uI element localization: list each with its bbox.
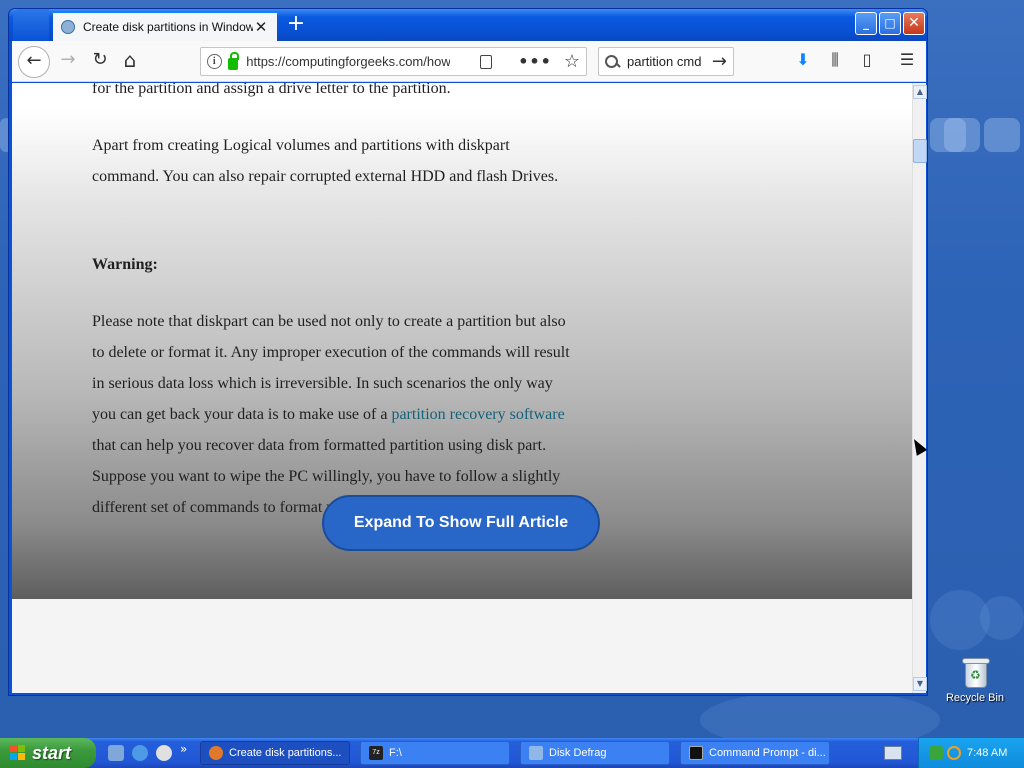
scroll-down-icon[interactable]: ▼ [913,677,927,691]
title-bar-blank [13,9,49,41]
clock: 7:48 AM [967,747,1008,759]
scroll-up-icon[interactable]: ▲ [913,85,927,99]
article-paragraph: Please note that diskpart can be used no… [92,306,572,523]
download-icon[interactable]: ⬇ [792,50,814,69]
site-favicon-icon [61,20,75,34]
start-button[interactable]: start [0,738,96,768]
search-icon [605,54,619,69]
article-clipped-line: for the partition and assign a drive let… [92,83,451,97]
reload-button[interactable]: ↻ [88,49,112,70]
title-bar[interactable]: Create disk partitions in Windows ✕ + _ … [9,9,927,41]
home-button[interactable]: ⌂ [118,48,142,72]
article-paragraph: Apart from creating Logical volumes and … [92,137,559,185]
windows-flag-icon [10,745,26,761]
desktop-ghost-shape [700,690,940,738]
warning-heading: Warning: [92,256,158,273]
close-window-button[interactable]: ✕ [903,12,925,35]
command-prompt-icon [689,746,703,760]
article-body: for the partition and assign a drive let… [12,83,912,599]
taskbar-item-label: Create disk partitions... [229,747,342,759]
taskbar-item-label: Command Prompt - di... [709,747,826,759]
network-icon[interactable] [929,746,943,760]
new-tab-button[interactable]: + [285,13,307,36]
expand-article-button[interactable]: Expand To Show Full Article [322,495,600,551]
sidebar-icon[interactable]: ▯ [856,50,878,69]
defrag-icon [529,746,543,760]
recycle-bin-icon: ♻ [961,656,990,688]
tab-close-icon[interactable]: ✕ [253,18,269,36]
back-button[interactable]: ← [18,46,50,78]
keyboard-icon[interactable] [884,746,902,760]
url-text[interactable]: https://computingforgeeks.com/how [246,54,449,69]
lock-icon [227,51,239,70]
desktop-ghost-tile [984,118,1020,152]
vertical-scrollbar[interactable]: ▲ ▼ [912,83,927,693]
tab-active[interactable]: Create disk partitions in Windows ✕ [53,11,277,41]
recycle-bin-shortcut[interactable]: ♻ Recycle Bin [944,656,1006,704]
tab-title: Create disk partitions in Windows [83,20,253,34]
library-icon[interactable]: ⫼ [824,50,846,70]
desktop-ghost-tile [944,118,980,152]
partition-recovery-link[interactable]: partition recovery software [391,406,564,423]
taskbar-item-7zip[interactable]: 7z F:\ [360,741,510,765]
quicklaunch-app-icon[interactable] [108,745,124,761]
browser-window: Create disk partitions in Windows ✕ + _ … [8,8,928,696]
menu-icon[interactable]: ☰ [896,50,918,69]
address-bar[interactable]: i https://computingforgeeks.com/how ••• … [200,47,587,76]
scrollbar-thumb[interactable] [913,139,927,163]
start-label: start [32,743,72,763]
maximize-button[interactable]: □ [879,12,901,35]
taskbar-item-label: F:\ [389,747,402,759]
search-go-icon[interactable]: → [712,51,727,72]
quicklaunch-chevron-icon[interactable]: » [180,742,187,756]
recycle-bin-label: Recycle Bin [945,692,1005,704]
nav-toolbar: ← → ↻ ⌂ i https://computingforgeeks.com/… [12,41,926,82]
taskbar-item-browser[interactable]: Create disk partitions... [200,741,350,765]
quicklaunch-media-icon[interactable] [156,745,172,761]
page-actions-icon[interactable]: ••• [518,52,552,71]
taskbar-item-defrag[interactable]: Disk Defrag [520,741,670,765]
taskbar-item-label: Disk Defrag [549,747,607,759]
bookmark-star-icon[interactable]: ☆ [564,51,580,72]
taskbar-item-cmd[interactable]: Command Prompt - di... [680,741,830,765]
firefox-icon [209,746,223,760]
minimize-button[interactable]: _ [855,12,877,35]
taskbar: start » Create disk partitions... 7z F:\… [0,738,1024,768]
quicklaunch-ie-icon[interactable] [132,745,148,761]
search-tray-icon[interactable] [947,746,961,760]
search-bar[interactable]: partition cmd → [598,47,734,76]
site-info-icon[interactable]: i [207,54,222,69]
page-content: for the partition and assign a drive let… [12,83,912,693]
7zip-icon: 7z [369,746,383,760]
reader-view-icon[interactable] [479,54,493,69]
system-tray: 7:48 AM [918,738,1024,768]
forward-button[interactable]: → [56,49,80,70]
desktop-ghost-shape [980,596,1024,640]
search-input[interactable]: partition cmd [627,54,712,69]
